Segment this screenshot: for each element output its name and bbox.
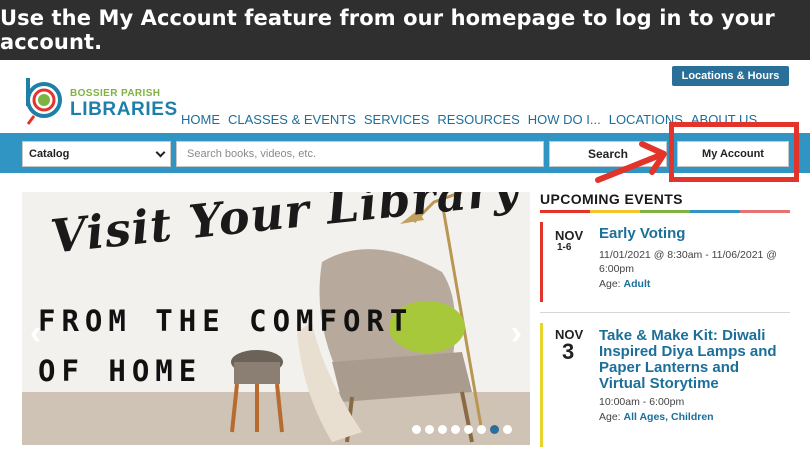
event-age: Age: All Ages, Children bbox=[599, 410, 789, 424]
carousel-prev-icon[interactable]: ‹ bbox=[30, 314, 41, 353]
event-age-value: Adult bbox=[623, 278, 651, 290]
catalog-select-value: Catalog bbox=[29, 148, 70, 160]
event-divider bbox=[540, 312, 790, 313]
carousel-dot[interactable] bbox=[425, 425, 434, 434]
stripe-segment bbox=[690, 210, 740, 213]
carousel-dot[interactable] bbox=[438, 425, 447, 434]
chevron-down-icon bbox=[155, 147, 166, 158]
event-age: Age: Adult bbox=[599, 277, 789, 291]
nav-item-home[interactable]: HOME bbox=[181, 112, 220, 127]
event-age-label: Age: bbox=[599, 278, 621, 290]
carousel-dot[interactable] bbox=[490, 425, 499, 434]
event-title[interactable]: Take & Make Kit: Diwali Inspired Diya La… bbox=[599, 328, 789, 392]
stripe-segment bbox=[590, 210, 640, 213]
banner-text: Use the My Account feature from our home… bbox=[0, 6, 775, 54]
stripe-segment bbox=[740, 210, 790, 213]
hero-carousel[interactable]: Visit Your Library FROM THE COMFORT OF H… bbox=[22, 192, 530, 445]
carousel-dot[interactable] bbox=[464, 425, 473, 434]
stripe-segment bbox=[640, 210, 690, 213]
library-logo[interactable]: BOSSIER PARISH LIBRARIES bbox=[22, 72, 177, 128]
event-age-value: All Ages, Children bbox=[623, 411, 714, 423]
event-title[interactable]: Early Voting bbox=[599, 226, 789, 242]
upcoming-events-header: UPCOMING EVENTS bbox=[540, 191, 790, 213]
nav-item-services[interactable]: SERVICES bbox=[364, 112, 430, 127]
color-stripe bbox=[540, 210, 790, 213]
logo-mark-icon bbox=[26, 78, 62, 125]
library-homepage: BOSSIER PARISH LIBRARIES Locations & Hou… bbox=[0, 60, 810, 450]
event-item[interactable]: NOV 1-6 Early Voting 11/01/2021 @ 8:30am… bbox=[540, 222, 790, 302]
event-item[interactable]: NOV 3 Take & Make Kit: Diwali Inspired D… bbox=[540, 323, 790, 447]
search-placeholder: Search books, videos, etc. bbox=[187, 148, 317, 160]
hero-line-2: FROM THE COMFORT bbox=[38, 304, 414, 338]
carousel-dots bbox=[412, 425, 512, 434]
locations-hours-button[interactable]: Locations & Hours bbox=[672, 66, 789, 86]
event-color-bar bbox=[540, 323, 543, 447]
nav-item-resources[interactable]: RESOURCES bbox=[437, 112, 519, 127]
logo-bottom-text: LIBRARIES bbox=[70, 99, 178, 120]
carousel-dot[interactable] bbox=[412, 425, 421, 434]
event-age-label: Age: bbox=[599, 411, 621, 423]
stripe-segment bbox=[540, 210, 590, 213]
event-time: 11/01/2021 @ 8:30am - 11/06/2021 @ 6:00p… bbox=[599, 249, 777, 275]
event-color-bar bbox=[540, 222, 543, 302]
carousel-dot[interactable] bbox=[477, 425, 486, 434]
upcoming-events-title: UPCOMING EVENTS bbox=[540, 191, 683, 207]
instruction-banner: Use the My Account feature from our home… bbox=[0, 0, 810, 60]
hero-line-3: OF HOME bbox=[38, 354, 203, 388]
event-month: NOV bbox=[555, 228, 584, 243]
catalog-select[interactable]: Catalog bbox=[22, 141, 171, 167]
highlight-box bbox=[669, 122, 799, 182]
nav-item-classes-events[interactable]: CLASSES & EVENTS bbox=[228, 112, 356, 127]
event-day: 1-6 bbox=[557, 242, 572, 253]
event-day: 3 bbox=[562, 339, 575, 364]
event-time: 10:00am - 6:00pm bbox=[599, 396, 685, 408]
red-arrow-icon bbox=[595, 141, 667, 183]
search-input[interactable]: Search books, videos, etc. bbox=[176, 141, 544, 167]
carousel-dot[interactable] bbox=[451, 425, 460, 434]
carousel-dot[interactable] bbox=[503, 425, 512, 434]
logo-top-text: BOSSIER PARISH bbox=[70, 88, 161, 99]
carousel-next-icon[interactable]: › bbox=[511, 314, 522, 353]
nav-item-how-do-i[interactable]: HOW DO I... bbox=[528, 112, 601, 127]
